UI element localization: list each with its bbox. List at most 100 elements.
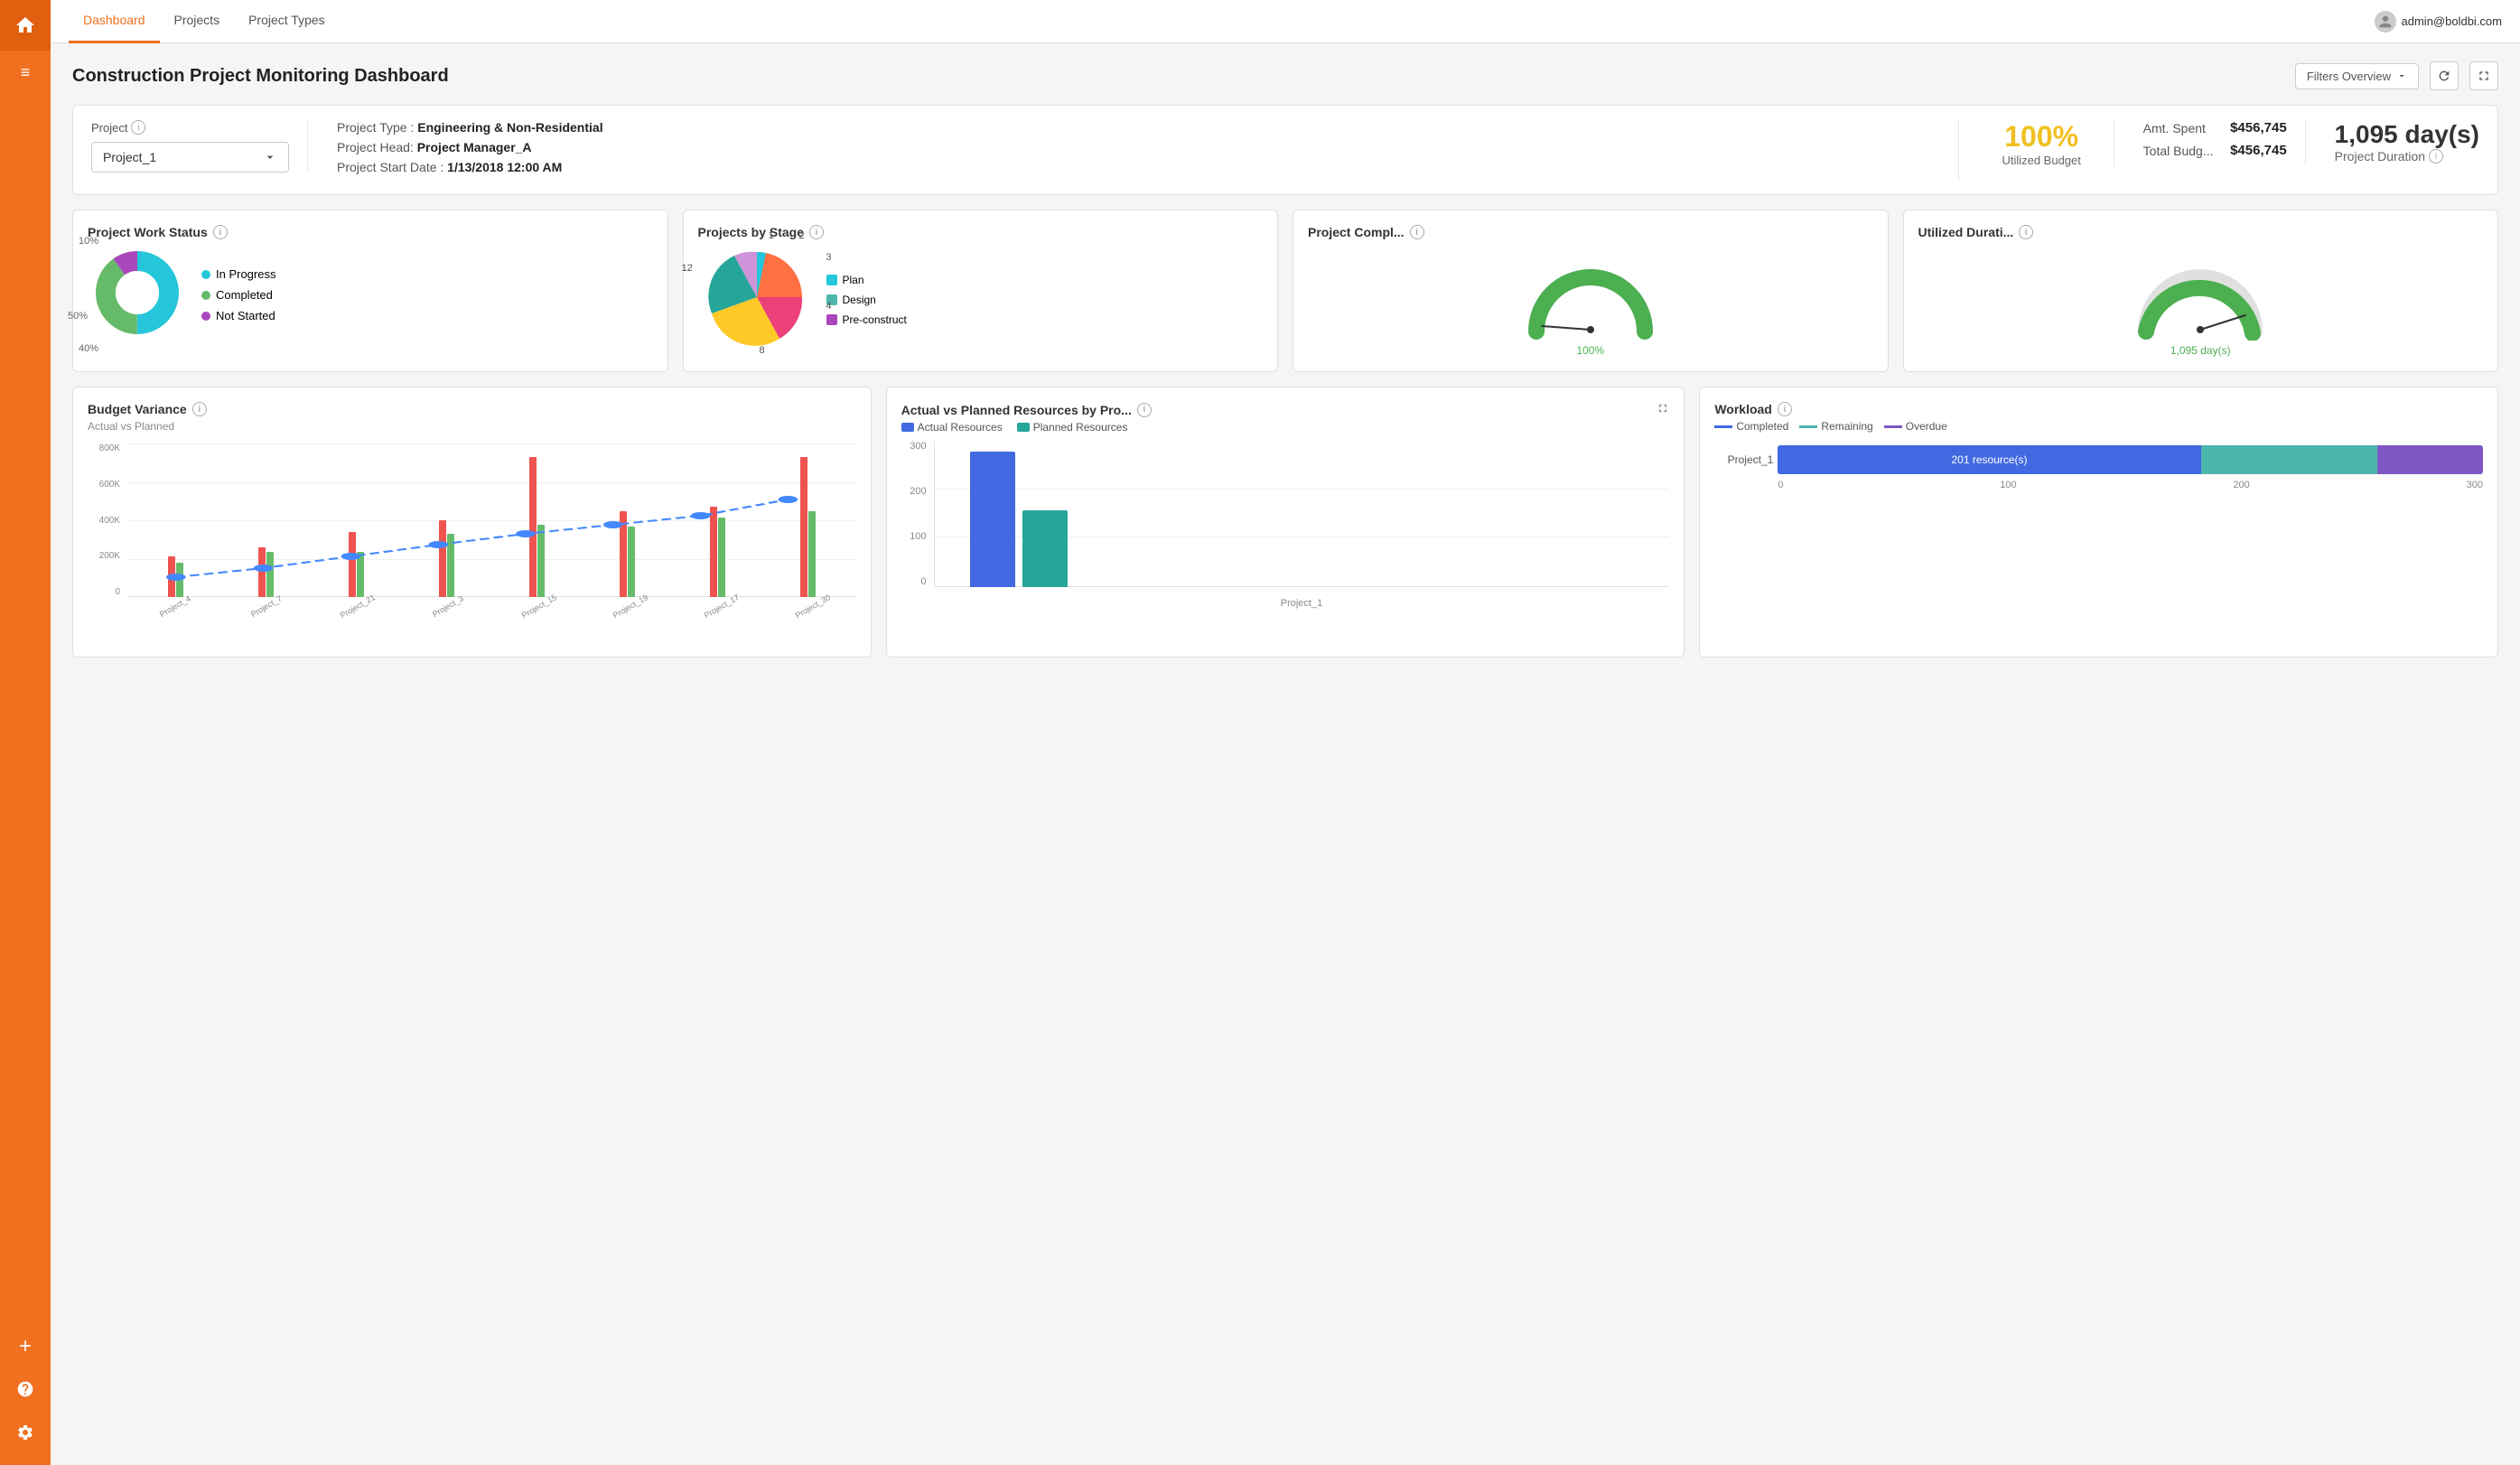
refresh-button[interactable] (2430, 61, 2459, 90)
projects-by-stage-title: Projects by Stage i (698, 225, 1264, 239)
workload-legend-completed: Completed (1714, 420, 1788, 433)
tab-projects[interactable]: Projects (160, 0, 235, 43)
stage-legend-pre-construct: Pre-construct (826, 313, 907, 326)
project-select[interactable]: Project_1 (91, 142, 289, 173)
project-start-line: Project Start Date : 1/13/2018 12:00 AM (337, 160, 1940, 174)
amounts-card: Amt. Spent $456,745 Total Budg... $456,7… (2125, 120, 2306, 165)
donut-chart-svg (88, 243, 187, 342)
workload-widget: Workload i Completed Remaining Ov (1699, 387, 2498, 658)
completion-title: Project Compl... i (1308, 225, 1873, 239)
actual-vs-planned-widget: Actual vs Planned Resources by Pro... i … (886, 387, 1685, 658)
actual-resources-bar (970, 452, 1015, 587)
duration-widget-info-icon: i (2019, 225, 2033, 239)
duration-card: 1,095 day(s) Project Duration i (2317, 120, 2479, 163)
trend-line-svg (127, 443, 856, 597)
projects-by-stage-widget: Projects by Stage i 1 2 3 4 8 12 (683, 210, 1279, 372)
workload-info-icon: i (1778, 402, 1792, 416)
actual-vs-planned-expand-icon[interactable] (1657, 402, 1669, 417)
completion-gauge-svg (1518, 250, 1663, 341)
legend-not-started: Not Started (201, 309, 275, 322)
total-budget-row: Total Budg... $456,745 (2143, 143, 2287, 158)
top-navigation: Dashboard Projects Project Types admin@b… (51, 0, 2520, 43)
dashboard-header: Construction Project Monitoring Dashboar… (72, 61, 2498, 90)
planned-resources-bar (1022, 510, 1068, 587)
budget-variance-title: Budget Variance i (88, 402, 856, 416)
stage-legend-design: Design (826, 294, 907, 306)
work-status-chart: 10% 50% 40% (88, 243, 653, 347)
work-status-info-icon: i (213, 225, 228, 239)
budget-variance-chart-area: 800K 600K 400K 200K 0 (88, 443, 856, 642)
workload-bar-track: 201 resource(s) (1778, 445, 2483, 474)
duration-gauge-svg (2128, 250, 2273, 341)
sidebar: ≡ (0, 0, 51, 1465)
workload-x-labels: 0 100 200 300 (1714, 480, 2483, 490)
budget-variance-subtitle: Actual vs Planned (88, 420, 856, 433)
widget-row-1: Project Work Status i 10% 50% 40% (72, 210, 2498, 372)
stage-pie-chart-svg (698, 243, 816, 351)
legend-in-progress: In Progress (201, 267, 275, 281)
duration-gauge-value: 1,095 day(s) (2170, 344, 2231, 357)
widget-row-2: Budget Variance i Actual vs Planned 800K… (72, 387, 2498, 658)
duration-info-icon: i (2429, 149, 2443, 163)
nav-tabs: Dashboard Projects Project Types (69, 0, 2375, 43)
workload-bar-row: Project_1 201 resource(s) (1714, 445, 2483, 474)
user-info: admin@boldbi.com (2375, 11, 2502, 33)
actual-resources-legend: Actual Resources (901, 421, 1003, 434)
budget-pct-card: 100% Utilized Budget (1970, 120, 2114, 167)
sidebar-add-icon[interactable] (7, 1328, 43, 1364)
project-filter-label: Project i (91, 120, 289, 135)
expand-button[interactable] (2469, 61, 2498, 90)
completion-gauge: 100% (1308, 243, 1873, 357)
completion-info-icon: i (1410, 225, 1424, 239)
filters-overview-button[interactable]: Filters Overview (2295, 63, 2419, 89)
workload-completed-segment: 201 resource(s) (1778, 445, 2200, 474)
sidebar-help-icon[interactable] (7, 1371, 43, 1407)
utilized-duration-widget: Utilized Durati... i 1,095 day(s) (1903, 210, 2499, 372)
user-avatar (2375, 11, 2396, 33)
project-filter-card: Project i Project_1 (91, 120, 308, 173)
completion-gauge-value: 100% (1576, 344, 1604, 357)
sidebar-logo[interactable] (0, 0, 51, 51)
budget-variance-widget: Budget Variance i Actual vs Planned 800K… (72, 387, 872, 658)
tab-project-types[interactable]: Project Types (234, 0, 340, 43)
project-info-icon: i (131, 120, 145, 135)
dashboard-title: Construction Project Monitoring Dashboar… (72, 66, 449, 87)
actual-vs-planned-chart: 300 200 100 0 (901, 441, 1670, 612)
actual-vs-planned-info-icon: i (1137, 403, 1152, 417)
project-work-status-widget: Project Work Status i 10% 50% 40% (72, 210, 668, 372)
workload-legend-overdue: Overdue (1884, 420, 1947, 433)
sidebar-settings-icon[interactable] (7, 1414, 43, 1451)
tab-dashboard[interactable]: Dashboard (69, 0, 160, 43)
workload-chart-area: Project_1 201 resource(s) (1714, 442, 2483, 512)
workload-overdue-segment (2377, 445, 2483, 474)
work-status-legend: In Progress Completed Not Started (201, 267, 275, 322)
workload-legend: Completed Remaining Overdue (1714, 420, 2483, 433)
stage-legend: Plan Design Pre-construct (826, 274, 907, 326)
workload-title: Workload i (1714, 402, 2483, 416)
dashboard-actions: Filters Overview (2295, 61, 2498, 90)
planned-resources-legend: Planned Resources (1017, 421, 1128, 434)
amt-spent-row: Amt. Spent $456,745 (2143, 120, 2287, 135)
project-type-line: Project Type : Engineering & Non-Residen… (337, 120, 1940, 135)
work-status-title: Project Work Status i (88, 225, 653, 239)
workload-legend-remaining: Remaining (1799, 420, 1872, 433)
budget-variance-info-icon: i (192, 402, 207, 416)
legend-completed: Completed (201, 288, 275, 302)
budget-x-labels: Project_4 Project_7 Project_21 Project_3… (127, 599, 856, 642)
workload-remaining-segment (2201, 445, 2377, 474)
duration-value: 1,095 day(s) (2335, 120, 2479, 149)
actual-vs-planned-bars (934, 441, 1670, 587)
sidebar-menu-icon[interactable]: ≡ (0, 54, 51, 90)
project-head-line: Project Head: Project Manager_A (337, 140, 1940, 154)
budget-pct-label: Utilized Budget (1988, 154, 2095, 167)
budget-pct-value: 100% (1988, 120, 2095, 154)
project-completion-widget: Project Compl... i 100% (1293, 210, 1889, 372)
main-content: Dashboard Projects Project Types admin@b… (51, 0, 2520, 1465)
duration-label: Project Duration i (2335, 149, 2479, 163)
user-email: admin@boldbi.com (2402, 14, 2502, 28)
duration-gauge: 1,095 day(s) (1918, 243, 2484, 357)
stage-legend-plan: Plan (826, 274, 907, 286)
project-details-card: Project Type : Engineering & Non-Residen… (319, 120, 1959, 180)
dashboard-content: Construction Project Monitoring Dashboar… (51, 43, 2520, 1465)
actual-vs-planned-legend: Actual Resources Planned Resources (901, 421, 1670, 434)
